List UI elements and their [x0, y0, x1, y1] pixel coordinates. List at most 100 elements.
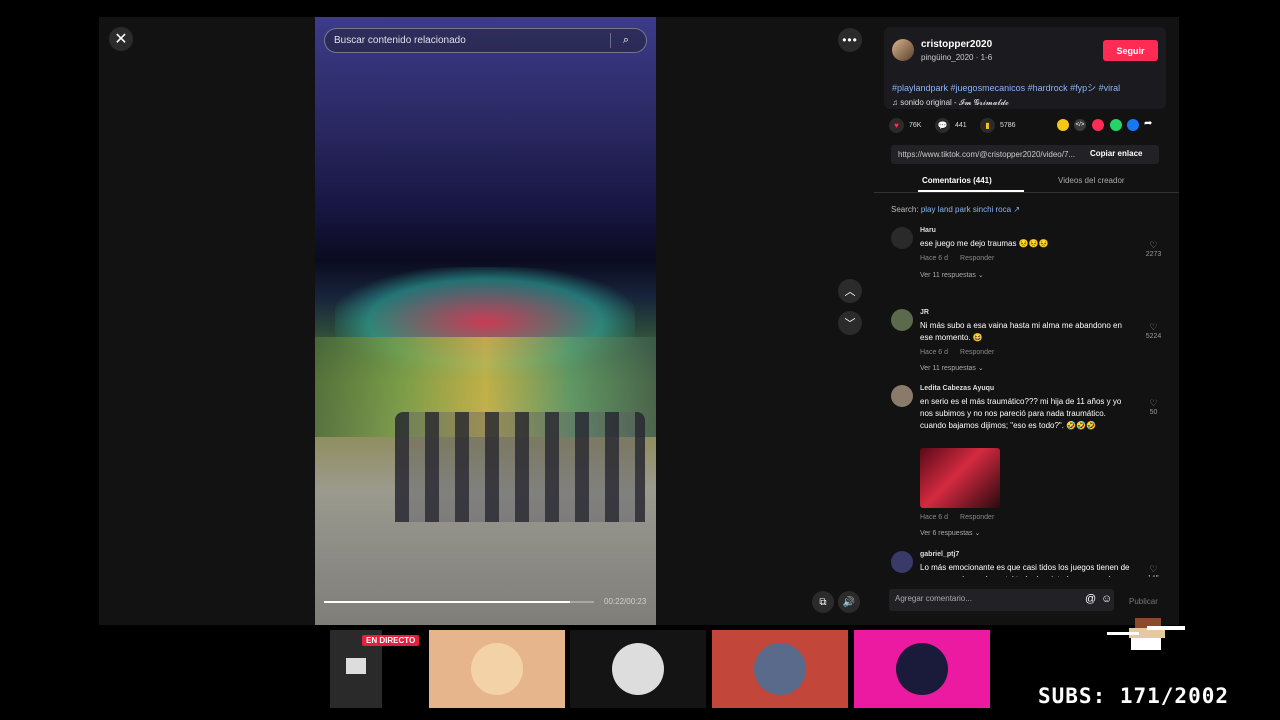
tab-comments[interactable]: Comentarios (441)	[922, 176, 992, 185]
chevron-up-icon: ︿	[844, 286, 856, 298]
comment-username[interactable]: gabriel_ptj7	[920, 551, 959, 558]
comment-avatar[interactable]	[891, 385, 913, 407]
share-arrow-icon[interactable]: ➦	[1144, 118, 1152, 129]
share-friends-icon[interactable]	[1057, 119, 1069, 131]
video-progress-bar[interactable]	[324, 601, 594, 603]
comment-like-button[interactable]: ♡ 2273	[1141, 240, 1166, 258]
subscriber-goal: SUBS: 171/2002	[1038, 684, 1230, 708]
heart-outline-icon: ♡	[1149, 564, 1158, 574]
related-search-input[interactable]	[325, 35, 610, 46]
embed-icon[interactable]: </>	[1074, 119, 1086, 131]
comment-count: 441	[955, 122, 967, 129]
comment-username[interactable]: JR	[920, 309, 929, 316]
floating-player-icon: ⧉	[819, 596, 827, 608]
video-hashtags[interactable]: #playlandpark #juegosmecanicos #hardrock…	[892, 81, 1120, 94]
follow-button[interactable]: Seguir	[1103, 40, 1158, 61]
comment-avatar[interactable]	[891, 309, 913, 331]
search-icon[interactable]: ⌕	[611, 34, 641, 47]
reply-button[interactable]: Responder	[960, 514, 994, 521]
active-tab-indicator	[918, 190, 1024, 192]
comment-meta: Hace 6 d Responder	[920, 349, 994, 356]
friend-thumbnail-4	[854, 630, 990, 708]
comment-username[interactable]: Ledita Cabezas Ayuqu	[920, 385, 994, 392]
more-icon: •••	[842, 33, 858, 47]
friend-thumbnail-2	[570, 630, 706, 708]
save-count: 5786	[1000, 122, 1016, 129]
comment-like-count: 145	[1148, 575, 1160, 577]
pixel-mascot-icon	[1107, 618, 1185, 650]
like-stat[interactable]: ♥ 76K	[889, 118, 921, 133]
like-count: 76K	[909, 122, 922, 129]
close-icon: ✕	[114, 31, 128, 48]
more-options-button[interactable]: •••	[838, 28, 862, 52]
sound-link[interactable]: ♫ sonido original - 𝓘𝓶 𝓖𝓻𝓲𝓶𝓪𝓵𝓭𝓸	[892, 98, 1009, 108]
mention-icon[interactable]: @	[1085, 593, 1096, 605]
monitor-icon	[346, 658, 366, 674]
send-icon[interactable]	[1092, 119, 1104, 131]
view-replies-button[interactable]: Ver 11 respuestas ⌄	[920, 364, 984, 372]
comment-like-button[interactable]: ♡145	[1141, 564, 1166, 577]
author-username[interactable]: cristopper2020	[921, 39, 992, 50]
author-avatar[interactable]	[892, 39, 914, 61]
comment-username[interactable]: Haru	[920, 227, 936, 234]
comment-like-count: 50	[1149, 409, 1158, 416]
heart-icon: ♥	[889, 118, 904, 133]
comment-meta: Hace 6 d Responder	[920, 255, 994, 262]
comment-meta: Hace 6 d Responder	[920, 514, 994, 521]
related-search-link[interactable]: Search: play land park sinchi roca ↗	[891, 205, 1020, 214]
search-arrow-icon: ↗	[1013, 205, 1021, 214]
whatsapp-icon[interactable]	[1110, 119, 1122, 131]
video-scene-crowd	[395, 412, 645, 522]
comment-like-button[interactable]: ♡ 5224	[1141, 322, 1166, 340]
avatar	[754, 643, 806, 695]
view-replies-button[interactable]: Ver 6 respuestas ⌄	[920, 529, 980, 537]
reply-button[interactable]: Responder	[960, 255, 994, 262]
engagement-stats: ♥ 76K 💬 441 ▮ 5786 </> ➦	[889, 118, 1169, 136]
close-button[interactable]: ✕	[109, 27, 133, 51]
reply-button[interactable]: Responder	[960, 349, 994, 356]
facebook-icon[interactable]	[1127, 119, 1139, 131]
publish-button[interactable]: Publicar	[1129, 597, 1158, 606]
avatar	[612, 643, 664, 695]
comment-text: ese juego me dejo traumas 😣😣😣	[920, 239, 1049, 248]
comment-text: en serio es el más traumático??? mi hija…	[920, 397, 1122, 430]
author-subline: pingüino_2020 · 1-6	[921, 53, 993, 62]
view-replies-button[interactable]: Ver 11 respuestas ⌄	[920, 271, 984, 279]
sound-label: sonido original - 𝓘𝓶 𝓖𝓻𝓲𝓶𝓪𝓵𝓭𝓸	[900, 98, 1010, 107]
heart-outline-icon: ♡	[1149, 240, 1158, 250]
emoji-icon[interactable]: ☺	[1101, 593, 1112, 605]
save-stat[interactable]: ▮ 5786	[980, 118, 1016, 133]
previous-video-button[interactable]: ︿	[838, 279, 862, 303]
next-video-button[interactable]: ﹀	[838, 311, 862, 335]
friend-thumbnail-3	[712, 630, 848, 708]
friend-thumbnail-1	[429, 630, 565, 708]
live-badge: EN DIRECTO	[362, 635, 420, 646]
avatar	[471, 643, 523, 695]
related-search-bar: ⌕	[324, 28, 647, 53]
video-player[interactable]	[315, 17, 656, 625]
copy-link-button[interactable]: Copiar enlace	[1090, 149, 1142, 158]
comment-attached-image[interactable]	[920, 448, 1000, 508]
heart-outline-icon: ♡	[1149, 398, 1158, 408]
comment-list[interactable]: Haru ese juego me dejo traumas 😣😣😣 Hace …	[874, 227, 1179, 577]
comment-time: Hace 6 d	[920, 514, 949, 521]
tiktok-viewer: ✕ ⌕ 00:22/00:23 ••• ︿ ﹀ ⧉ 🔊 cristopper20…	[99, 17, 1179, 625]
side-panel: cristopper2020 pingüino_2020 · 1-6 Segui…	[874, 17, 1179, 625]
comment-time: Hace 6 d	[920, 255, 949, 262]
comment-text: Lo más emocionante es que casi tidos los…	[920, 563, 1130, 577]
volume-button[interactable]: 🔊	[838, 591, 860, 613]
video-url: https://www.tiktok.com/@cristopper2020/v…	[898, 150, 1076, 159]
copy-link-row: https://www.tiktok.com/@cristopper2020/v…	[891, 145, 1159, 164]
comment-like-button[interactable]: ♡ 50	[1141, 398, 1166, 416]
music-note-icon: ♫	[892, 98, 901, 107]
floating-player-button[interactable]: ⧉	[812, 591, 834, 613]
panel-tabs: Comentarios (441) Videos del creador	[874, 173, 1179, 193]
comment-avatar[interactable]	[891, 227, 913, 249]
bookmark-icon: ▮	[980, 118, 995, 133]
comment-input[interactable]	[895, 594, 1075, 603]
comment-stat[interactable]: 💬 441	[935, 118, 967, 133]
comment-time: Hace 6 d	[920, 349, 949, 356]
comment-avatar[interactable]	[891, 551, 913, 573]
tab-creator-videos[interactable]: Videos del creador	[1058, 176, 1125, 185]
comment-like-count: 5224	[1145, 333, 1162, 340]
